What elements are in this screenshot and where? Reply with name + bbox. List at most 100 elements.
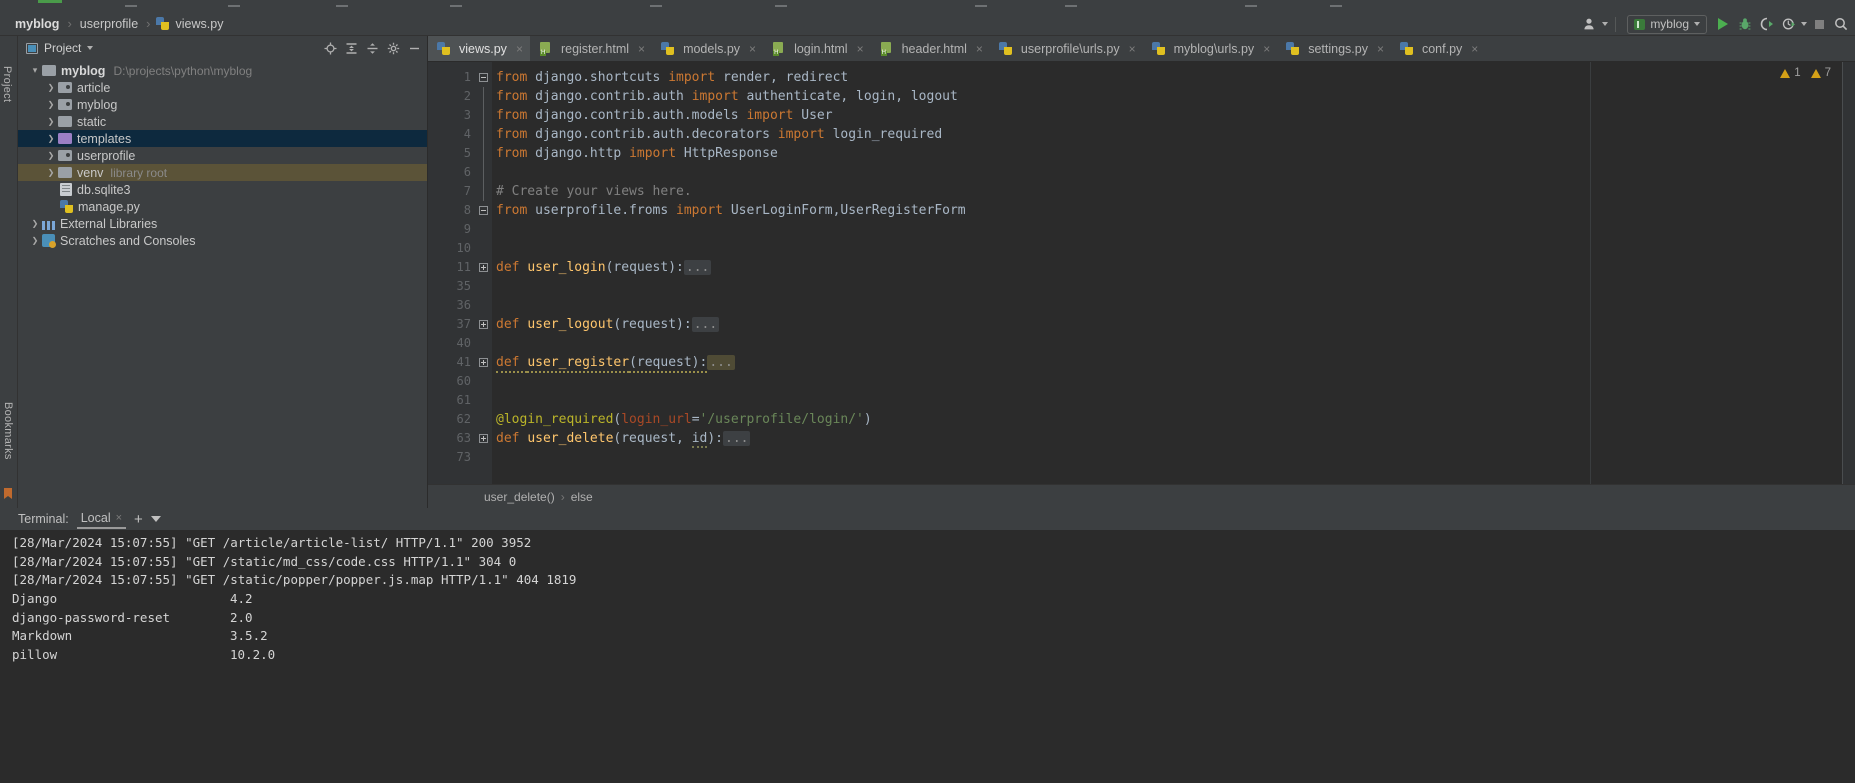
code-line[interactable]: from django.shortcuts import render, red… [492,68,1855,87]
code-line[interactable]: from django.contrib.auth.decorators impo… [492,125,1855,144]
fold-marker[interactable] [478,163,492,182]
editor-tab-myblog-urls-py[interactable]: myblog\urls.py × [1143,36,1278,61]
hide-panel-icon[interactable] [405,39,423,57]
code-line[interactable] [492,334,1855,353]
code-line[interactable]: from django.http import HttpResponse [492,144,1855,163]
fold-marker[interactable] [478,353,492,372]
code-line[interactable]: def user_delete(request, id):... [492,429,1855,448]
tree-item-userprofile[interactable]: userprofile [18,147,427,164]
profile-caret-icon[interactable] [1801,22,1807,26]
editor-tab-views-py[interactable]: views.py × [428,36,530,61]
code-line[interactable]: def user_login(request):... [492,258,1855,277]
code-line[interactable] [492,448,1855,467]
status-branch[interactable]: else [571,490,593,504]
close-icon[interactable]: × [116,512,122,524]
code-line[interactable]: def user_register(request):... [492,353,1855,373]
chevron-right-icon[interactable] [44,151,58,160]
close-icon[interactable]: × [638,42,645,56]
run-with-coverage-button[interactable] [1757,14,1777,34]
close-icon[interactable]: × [516,42,523,56]
code-line[interactable]: from django.contrib.auth.models import U… [492,106,1855,125]
editor-scrollbar[interactable] [1843,62,1855,484]
fold-expand-icon[interactable] [479,263,488,272]
fold-marker[interactable] [478,68,492,87]
run-configuration-selector[interactable]: myblog [1627,14,1707,34]
code-line[interactable] [492,220,1855,239]
tree-item-scratches-and-consoles[interactable]: Scratches and Consoles [18,232,427,249]
fold-marker[interactable] [478,429,492,448]
fold-expand-icon[interactable] [479,358,488,367]
code-editor[interactable]: 1 2 3 4 5 6 7 8 9 10 11 35 36 37 40 41 60 61 62 63 73 from d… [428,62,1855,484]
settings-gear-icon[interactable] [384,39,402,57]
user-avatar-icon[interactable] [1580,14,1600,34]
code-line[interactable]: from userprofile.froms import UserLoginF… [492,201,1855,220]
add-terminal-button[interactable]: + [134,512,143,527]
debug-button[interactable] [1735,14,1755,34]
tool-window-bookmarks-label[interactable]: Bookmarks [2,402,14,460]
chevron-down-icon[interactable] [150,516,161,522]
code-line[interactable] [492,239,1855,258]
breadcrumb-item-file[interactable]: views.py [173,17,227,31]
profile-button[interactable] [1779,14,1799,34]
fold-marker[interactable] [478,182,492,201]
breadcrumb-item-project[interactable]: myblog [12,17,62,31]
editor-tab-conf-py[interactable]: conf.py × [1391,36,1485,61]
chevron-right-icon[interactable] [44,117,58,126]
chevron-down-icon[interactable] [28,65,42,76]
tree-item-static[interactable]: static [18,113,427,130]
tool-window-project-label[interactable]: Project [1,66,13,102]
editor-tab-settings-py[interactable]: settings.py × [1277,36,1391,61]
terminal-tab-local[interactable]: Local × [76,509,127,529]
code-line[interactable]: # Create your views here. [492,182,1855,201]
run-button[interactable] [1713,14,1733,34]
close-icon[interactable]: × [1129,42,1136,56]
fold-marker[interactable] [478,258,492,277]
search-everywhere-button[interactable] [1831,14,1851,34]
inspection-widget[interactable]: 1 7 [1780,67,1831,79]
tree-item-myblog-module[interactable]: myblog [18,96,427,113]
fold-marker[interactable] [478,144,492,163]
close-icon[interactable]: × [976,42,983,56]
collapse-all-icon[interactable] [363,39,381,57]
close-icon[interactable]: × [1377,42,1384,56]
terminal-output[interactable]: [28/Mar/2024 15:07:55] "GET /article/art… [0,530,1855,783]
fold-marker[interactable] [478,201,492,220]
expand-all-icon[interactable] [342,39,360,57]
close-icon[interactable]: × [1263,42,1270,56]
chevron-right-icon[interactable] [44,168,58,177]
status-function[interactable]: user_delete() [484,490,555,504]
code-line[interactable]: def user_logout(request):... [492,315,1855,334]
code-line[interactable] [492,391,1855,410]
source-code[interactable]: from django.shortcuts import render, red… [492,62,1855,484]
editor-tab-login-html[interactable]: login.html × [763,36,871,61]
user-menu-caret-icon[interactable] [1602,22,1609,26]
editor-tab-models-py[interactable]: models.py × [652,36,763,61]
editor-tab-header-html[interactable]: header.html × [871,36,990,61]
tree-item-external-libraries[interactable]: External Libraries [18,215,427,232]
tree-item-article[interactable]: article [18,79,427,96]
fold-marker[interactable] [478,315,492,334]
breadcrumb-item-app[interactable]: userprofile [77,17,141,31]
tree-item-myblog-root[interactable]: myblog D:\projects\python\myblog [18,62,427,79]
chevron-right-icon[interactable] [44,100,58,109]
code-line[interactable] [492,296,1855,315]
editor-tab-register-html[interactable]: register.html × [530,36,652,61]
fold-collapse-icon[interactable] [479,73,488,82]
tree-item-db-sqlite3[interactable]: db.sqlite3 [18,181,427,198]
fold-collapse-icon[interactable] [479,206,488,215]
code-line[interactable]: @login_required(login_url='/userprofile/… [492,410,1855,429]
editor-tab-userprofile-urls-py[interactable]: userprofile\urls.py × [990,36,1143,61]
code-folding-gutter[interactable] [478,62,492,484]
chevron-right-icon[interactable] [44,83,58,92]
tree-item-manage-py[interactable]: manage.py [18,198,427,215]
fold-marker[interactable] [478,106,492,125]
tree-item-venv[interactable]: venv library root [18,164,427,181]
fold-expand-icon[interactable] [479,434,488,443]
close-icon[interactable]: × [1471,42,1478,56]
close-icon[interactable]: × [749,42,756,56]
tree-item-templates[interactable]: templates [18,130,427,147]
code-line[interactable] [492,163,1855,182]
close-icon[interactable]: × [857,42,864,56]
fold-expand-icon[interactable] [479,320,488,329]
chevron-down-icon[interactable] [87,46,94,50]
